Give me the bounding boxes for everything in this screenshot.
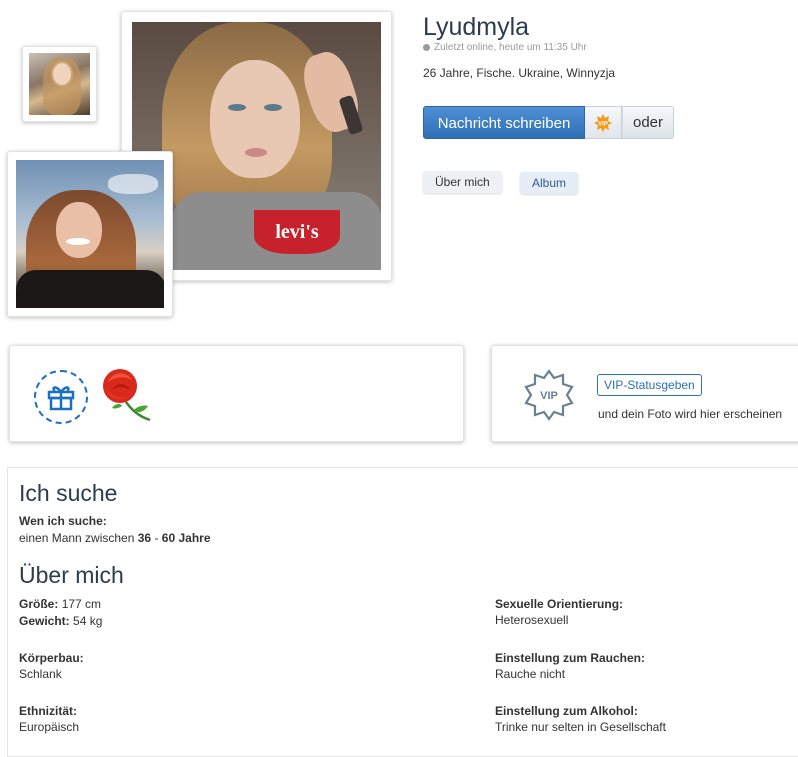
vip-status-link[interactable]: VIP-Statusgeben (597, 374, 702, 396)
orientation-value: Heterosexuell (495, 613, 569, 627)
photo-thumbnail-2[interactable] (7, 151, 173, 317)
orientation-label: Sexuelle Orientierung: (495, 597, 624, 611)
tab-album[interactable]: Album (520, 172, 579, 194)
seeking-heading: Ich suche (19, 480, 118, 506)
gift-panel (9, 345, 464, 442)
shirt-logo-text: levi's (275, 220, 319, 243)
vip-promo-panel: VIP VIP-Statusgeben und dein Foto wird h… (491, 345, 798, 442)
profile-name: Lyudmyla (423, 13, 530, 41)
svg-text:VIP: VIP (540, 390, 558, 402)
seeking-text: einen Mann zwischen (19, 531, 135, 545)
online-status-text: Zuletzt online, heute um 11:35 Uhr (434, 42, 587, 53)
smoking-value: Rauche nicht (495, 667, 566, 681)
tab-about-me[interactable]: Über mich (423, 171, 502, 193)
height-value: 177 cm (61, 597, 102, 611)
vip-star-icon: VIP (524, 369, 574, 421)
vip-badge-icon: VIP (594, 113, 612, 132)
build-label: Körperbau: (19, 651, 84, 665)
vip-promo-text: und dein Foto wird hier erscheinen (598, 407, 783, 421)
gift-icon (47, 386, 75, 411)
weight-label: Gewicht: (19, 614, 70, 628)
seeking-label: Wen ich suche: (19, 514, 107, 528)
build-value: Schlank (19, 667, 62, 681)
photo-thumbnail-1[interactable] (22, 46, 97, 122)
weight-row: Gewicht: 54 kg (19, 614, 102, 628)
smoking-label: Einstellung zum Rauchen: (495, 651, 646, 665)
seeking-separator: - (154, 531, 159, 545)
online-status: Zuletzt online, heute um 11:35 Uhr (423, 42, 587, 53)
seeking-age-from: 36 (137, 531, 152, 545)
about-heading: Über mich (19, 562, 124, 588)
send-gift-button[interactable] (34, 370, 88, 424)
or-button[interactable]: oder (622, 106, 674, 139)
alcohol-value: Trinke nur selten in Gesellschaft (495, 720, 666, 734)
rose-gift-icon[interactable] (98, 366, 158, 424)
seeking-value: einen Mann zwischen 36 - 60 Jahre (19, 531, 211, 545)
ethnicity-value: Europäisch (19, 720, 80, 734)
height-label: Größe: (19, 597, 59, 611)
message-actions: Nachricht schreiben VIP oder (423, 106, 674, 139)
profile-details-section: Ich suche Wen ich suche: einen Mann zwis… (7, 467, 798, 757)
write-message-button[interactable]: Nachricht schreiben (423, 106, 585, 139)
weight-value: 54 kg (73, 614, 103, 628)
ethnicity-label: Ethnizität: (19, 704, 77, 718)
shirt-logo: levi's (254, 210, 340, 254)
photo-thumbnail-1-image (29, 53, 90, 115)
photo-thumbnail-2-image (16, 160, 164, 308)
profile-meta: 26 Jahre, Fische. Ukraine, Winnyzja (423, 66, 616, 80)
svg-text:VIP: VIP (598, 121, 608, 127)
vip-message-button[interactable]: VIP (585, 106, 622, 139)
height-row: Größe: 177 cm (19, 597, 101, 611)
seeking-age-to: 60 Jahre (161, 531, 211, 545)
status-dot-icon (423, 44, 430, 51)
alcohol-label: Einstellung zum Alkohol: (495, 704, 638, 718)
